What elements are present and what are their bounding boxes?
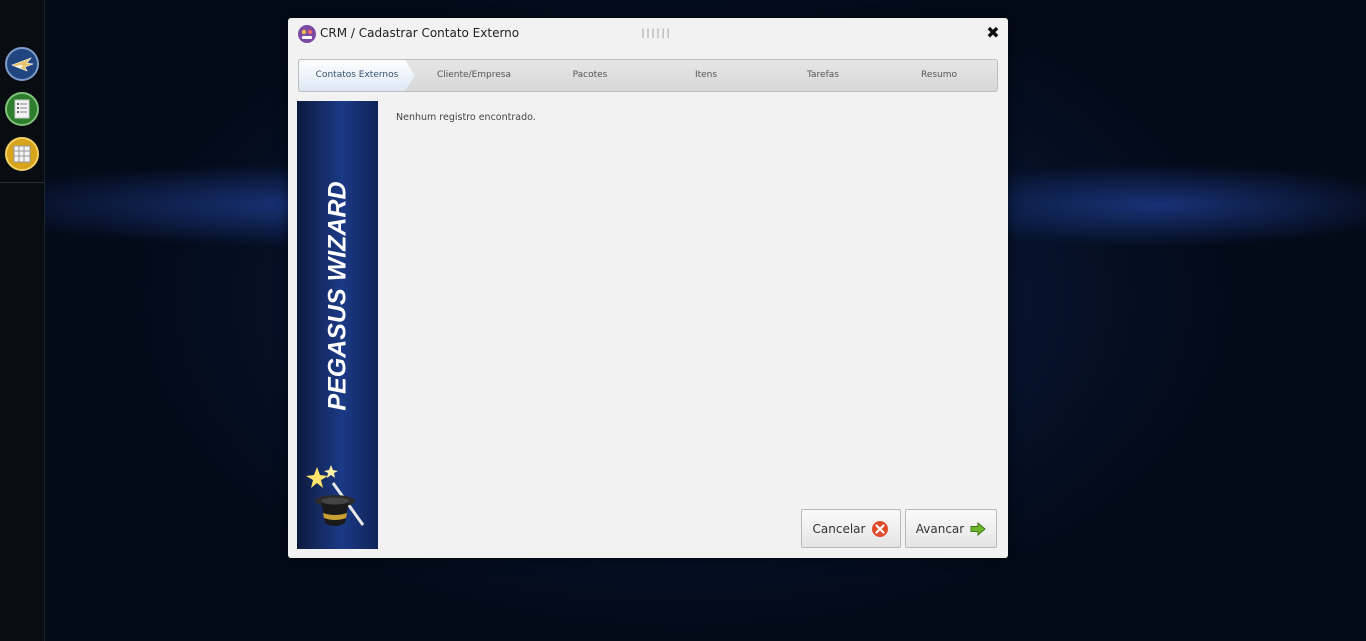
wizard-steps: Contatos Externos Cliente/Empresa Pacote… bbox=[298, 59, 998, 92]
dialog-title: CRM / Cadastrar Contato Externo bbox=[320, 26, 520, 40]
dialog-titlebar[interactable]: CRM / Cadastrar Contato Externo |||||| ✖ bbox=[288, 18, 1008, 52]
banner-title: PEGASUS WIZARD bbox=[323, 181, 352, 411]
cancel-x-icon bbox=[872, 520, 889, 537]
close-icon[interactable]: ✖ bbox=[985, 24, 1001, 42]
cancel-button-label: Cancelar bbox=[812, 521, 866, 536]
launcher-divider bbox=[0, 182, 44, 183]
step-itens[interactable]: Itens bbox=[648, 60, 764, 91]
cancel-button[interactable]: Cancelar bbox=[801, 509, 901, 548]
drag-handle-icon[interactable]: |||||| bbox=[640, 28, 671, 39]
next-button-label: Avancar bbox=[915, 521, 965, 536]
step-tarefas[interactable]: Tarefas bbox=[765, 60, 881, 91]
arrow-right-icon bbox=[970, 521, 986, 536]
step-resumo[interactable]: Resumo bbox=[881, 60, 997, 91]
wizard-dialog: CRM / Cadastrar Contato Externo |||||| ✖… bbox=[288, 18, 1008, 558]
grid-table-icon[interactable] bbox=[5, 137, 39, 171]
pegasus-app-icon[interactable] bbox=[5, 47, 39, 81]
app-launcher-bar bbox=[0, 0, 45, 641]
wizard-banner: PEGASUS WIZARD bbox=[297, 101, 378, 549]
magic-hat-icon bbox=[303, 461, 367, 537]
step-cliente-empresa[interactable]: Cliente/Empresa bbox=[416, 60, 532, 91]
next-button[interactable]: Avancar bbox=[905, 509, 997, 548]
step-pacotes[interactable]: Pacotes bbox=[532, 60, 648, 91]
step-contatos-externos[interactable]: Contatos Externos bbox=[299, 60, 415, 91]
empty-results-message: Nenhum registro encontrado. bbox=[396, 112, 536, 123]
crm-logo-icon bbox=[298, 25, 316, 43]
document-list-icon[interactable] bbox=[5, 92, 39, 126]
